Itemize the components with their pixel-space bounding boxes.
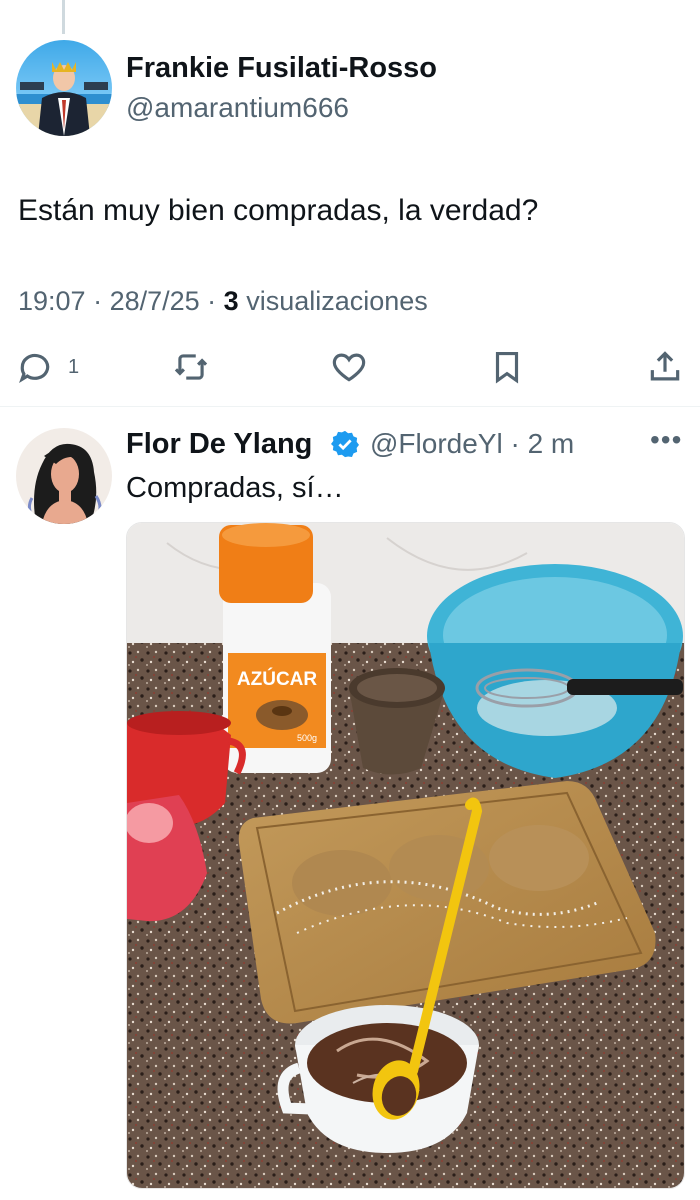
more-options-button[interactable]: ••• xyxy=(650,424,682,456)
tweet-metadata: 19:07 · 28/7/25 · 3 visualizaciones xyxy=(18,286,428,316)
tweet-date[interactable]: 28/7/25 xyxy=(110,286,200,316)
retweet-button[interactable] xyxy=(172,348,210,386)
main-tweet-text: Están muy bien compradas, la verdad? xyxy=(18,194,539,227)
tweet-time[interactable]: 19:07 xyxy=(18,286,86,316)
views-count: 3 xyxy=(223,286,239,316)
thread-connector-line xyxy=(62,0,65,34)
reply-author-avatar[interactable] xyxy=(16,428,112,524)
reply-button[interactable]: 1 xyxy=(16,348,79,386)
share-icon xyxy=(650,351,680,381)
verified-badge-icon xyxy=(331,430,359,458)
main-author-avatar[interactable] xyxy=(16,40,112,136)
heart-icon xyxy=(332,353,366,382)
bookmark-button[interactable] xyxy=(488,348,526,386)
like-button[interactable] xyxy=(330,348,368,386)
reply-author-handle[interactable]: @FlordeYl xyxy=(370,428,503,459)
more-icon: ••• xyxy=(650,424,683,455)
share-button[interactable] xyxy=(646,348,684,386)
reply-age[interactable]: 2 m xyxy=(528,428,575,459)
views-label: visualizaciones xyxy=(246,286,428,316)
main-author-name[interactable]: Frankie Fusilati-Rosso xyxy=(126,52,437,85)
retweet-icon xyxy=(174,354,208,380)
reply-author-name[interactable]: Flor De Ylang xyxy=(126,428,312,461)
main-author-handle[interactable]: @amarantium666 xyxy=(126,92,349,124)
reply-tweet-text: Compradas, sí… xyxy=(126,472,344,504)
reply-author-handle-line: @FlordeYl · 2 m xyxy=(370,428,575,459)
reply-media-photo[interactable]: AZÚCAR 500g xyxy=(126,522,685,1189)
sugar-bottle-weight: 500g xyxy=(297,733,317,743)
sugar-bottle-label: AZÚCAR xyxy=(237,668,317,690)
reply-icon xyxy=(19,353,50,384)
reply-count: 1 xyxy=(68,355,80,378)
tweet-divider xyxy=(0,406,700,407)
bookmark-icon xyxy=(495,351,519,384)
